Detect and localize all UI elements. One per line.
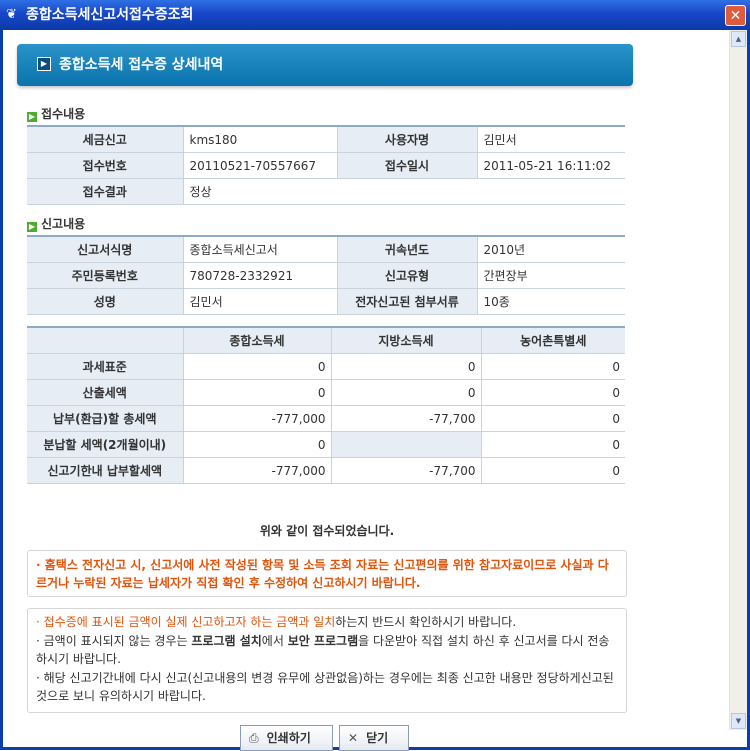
cell-value: 0	[331, 379, 482, 406]
chevron-right-icon: ▶	[37, 57, 51, 71]
security-program-text: 보안 프로그램	[287, 634, 359, 648]
section-title-text: 접수내용	[41, 107, 86, 121]
cell-value: 간편장부	[477, 262, 625, 289]
close-button[interactable]: ✕ 닫기	[339, 725, 409, 751]
report-table: 신고서식명 종합소득세신고서 귀속년도 2010년 주민등록번호 780728-…	[27, 235, 625, 315]
table-row: 성명 김민서 전자신고된 첨부서류 10종	[27, 288, 625, 315]
notice-box-info: · 접수증에 표시된 금액이 실제 신고하고자 하는 금액과 일치하는지 반드시…	[27, 608, 627, 713]
cell-value: 0	[481, 405, 625, 432]
print-button[interactable]: ⎙ 인쇄하기	[240, 725, 333, 751]
table-row: 납부(환급)할 총세액 -777,000 -77,700 0	[27, 405, 625, 432]
window-close-button[interactable]: ✕	[725, 5, 746, 26]
column-header-empty	[27, 326, 184, 354]
cell-value: 780728-2332921	[183, 262, 338, 289]
cell-value: 2011-05-21 16:11:02	[477, 152, 625, 179]
cell-label: 주민등록번호	[27, 262, 184, 289]
scroll-up-arrow-icon[interactable]: ▲	[731, 31, 746, 47]
page-title: 종합소득세 접수증 상세내역	[59, 57, 224, 73]
cell-label: 신고유형	[337, 262, 478, 289]
cell-value: 0	[183, 353, 332, 380]
result-value: 정상	[183, 178, 625, 205]
table-row: 과세표준 0 0 0	[27, 353, 625, 380]
table-row: 접수결과 정상	[27, 178, 625, 205]
section-title-report: ▶ 신고내용	[27, 216, 85, 232]
cell-value: -777,000	[183, 405, 332, 432]
cell-value: 종합소득세신고서	[183, 235, 338, 263]
notice-item: · 접수증에 표시된 금액이 실제 신고하고자 하는 금액과 일치하는지 반드시…	[36, 613, 618, 631]
column-header: 지방소득세	[331, 326, 482, 354]
window-title: 종합소득세신고서접수증조회	[26, 7, 194, 23]
cell-value: 0	[481, 457, 625, 484]
row-header: 신고기한내 납부할세액	[27, 457, 184, 484]
close-button-label: 닫기	[366, 731, 389, 745]
cell-value-empty	[331, 431, 482, 458]
section-title-text: 신고내용	[41, 217, 86, 231]
cell-label: 세금신고	[27, 125, 184, 153]
cell-value: 김민서	[477, 125, 625, 153]
section-title-receipt: ▶ 접수내용	[27, 106, 85, 122]
table-row: 신고기한내 납부할세액 -777,000 -77,700 0	[27, 457, 625, 484]
cell-value: 2010년	[477, 235, 625, 263]
cell-label: 전자신고된 첨부서류	[337, 288, 478, 315]
table-row: 접수번호 20110521-70557667 접수일시 2011-05-21 1…	[27, 152, 625, 179]
tax-amount-table: 종합소득세 지방소득세 농어촌특별세 과세표준 0 0 0 산출세액 0 0 0…	[27, 326, 625, 484]
cell-label: 성명	[27, 288, 184, 315]
table-row: 신고서식명 종합소득세신고서 귀속년도 2010년	[27, 235, 625, 263]
cell-value: 0	[183, 379, 332, 406]
arrow-right-icon: ▶	[27, 112, 37, 122]
notice-item: · 해당 신고기간내에 다시 신고(신고내용의 변경 유무에 상관없음)하는 경…	[36, 671, 614, 703]
cell-label: 귀속년도	[337, 235, 478, 263]
row-header: 분납할 세액(2개월이내)	[27, 431, 184, 458]
cell-label: 신고서식명	[27, 235, 184, 263]
cell-value: 0	[331, 353, 482, 380]
print-button-label: 인쇄하기	[266, 731, 311, 745]
table-row: 세금신고 kms180 사용자명 김민서	[27, 125, 625, 153]
cell-label: 사용자명	[337, 125, 478, 153]
row-header: 산출세액	[27, 379, 184, 406]
cell-value: 0	[481, 431, 625, 458]
column-header: 농어촌특별세	[481, 326, 625, 354]
close-icon: ✕	[348, 731, 359, 745]
cell-value: -77,700	[331, 405, 482, 432]
cell-value: 0	[481, 379, 625, 406]
table-row: 주민등록번호 780728-2332921 신고유형 간편장부	[27, 262, 625, 289]
vertical-scrollbar[interactable]: ▲ ▼	[729, 30, 747, 730]
cell-value: -777,000	[183, 457, 332, 484]
notice-text: · 금액이 표시되지 않는 경우는	[36, 634, 192, 648]
cell-label: 접수번호	[27, 152, 184, 179]
window-title-bar: ❦ 종합소득세신고서접수증조회 ✕	[0, 0, 750, 30]
page-header-banner: ▶ 종합소득세 접수증 상세내역	[17, 44, 633, 86]
notice-highlight: · 접수증에 표시된 금액이 실제 신고하고자 하는 금액과 일치	[36, 615, 336, 629]
receipt-table: 세금신고 kms180 사용자명 김민서 접수번호 20110521-70557…	[27, 125, 625, 205]
cell-value: 0	[183, 431, 332, 458]
scroll-down-arrow-icon[interactable]: ▼	[731, 713, 746, 729]
window-frame: ▲ ▼ ▶ 종합소득세 접수증 상세내역 ▶ 접수내용 세금신고 kms180 사…	[0, 30, 750, 751]
cell-value: 김민서	[183, 288, 338, 315]
notice-box-important: · 홈택스 전자신고 시, 신고서에 사전 작성된 항목 및 소득 조회 자료는…	[27, 550, 627, 597]
notice-text: 하는지 반드시 확인하시기 바랍니다.	[335, 615, 517, 629]
printer-icon: ⎙	[249, 731, 259, 745]
arrow-right-icon: ▶	[27, 222, 37, 232]
cell-value: 10종	[477, 288, 625, 315]
confirmation-message: 위와 같이 접수되었습니다.	[259, 524, 395, 538]
notice-text: 에서	[261, 634, 288, 648]
table-header-row: 종합소득세 지방소득세 농어촌특별세	[27, 326, 625, 354]
window-content: ▲ ▼ ▶ 종합소득세 접수증 상세내역 ▶ 접수내용 세금신고 kms180 사…	[3, 30, 747, 751]
cell-value: kms180	[183, 125, 338, 153]
cell-value: 20110521-70557667	[183, 152, 338, 179]
row-header: 과세표준	[27, 353, 184, 380]
column-header: 종합소득세	[183, 326, 332, 354]
table-row: 분납할 세액(2개월이내) 0 0	[27, 431, 625, 458]
notice-item: · 금액이 표시되지 않는 경우는 프로그램 설치에서 보안 프로그램을 다운받…	[36, 632, 618, 668]
cell-value: 0	[481, 353, 625, 380]
cell-value: -77,700	[331, 457, 482, 484]
cell-label: 접수일시	[337, 152, 478, 179]
table-row: 산출세액 0 0 0	[27, 379, 625, 406]
program-install-link[interactable]: 프로그램 설치	[191, 634, 261, 648]
cell-label: 접수결과	[27, 178, 184, 205]
row-header: 납부(환급)할 총세액	[27, 405, 184, 432]
app-icon: ❦	[6, 7, 17, 22]
